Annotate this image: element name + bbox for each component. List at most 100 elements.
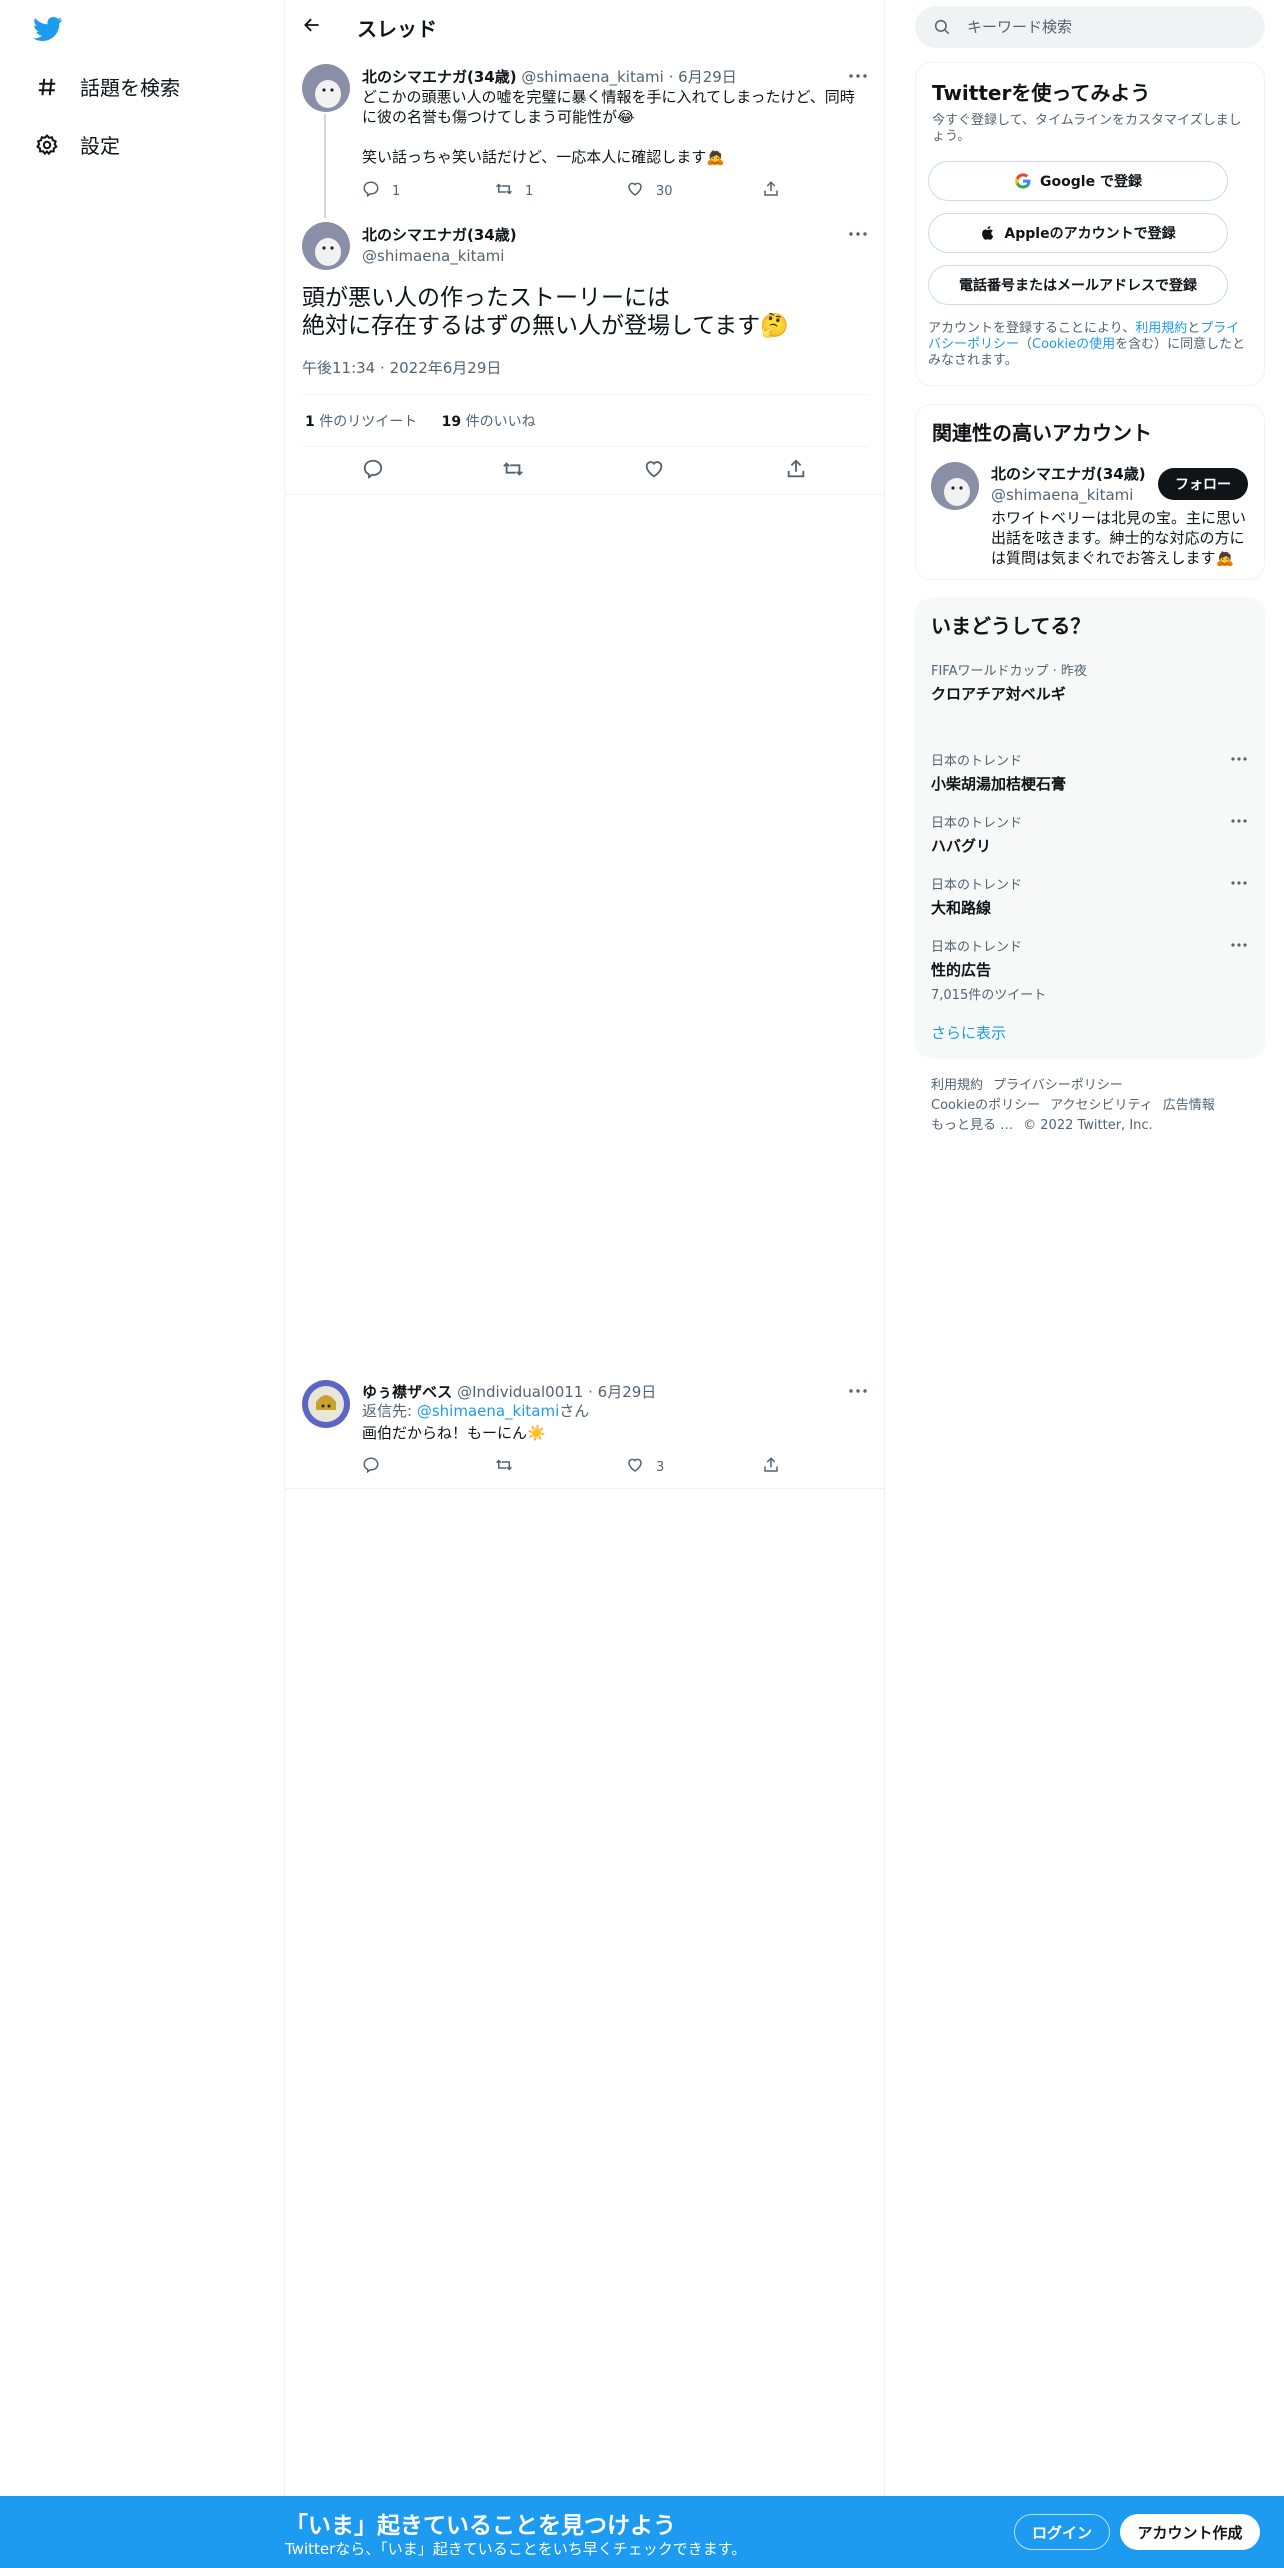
trend-name: クロアチア対ベルギ — [931, 685, 1066, 703]
retweet-button[interactable]: 1 — [495, 180, 533, 202]
trend-item[interactable]: 日本のトレンド 性的広告 7,015件のツイート — [931, 936, 1251, 1003]
retweet-icon — [495, 180, 513, 202]
trend-context: 日本のトレンド — [931, 816, 1023, 831]
retweet-icon — [502, 458, 524, 484]
like-stat-label: 件のいいね — [461, 414, 536, 430]
trend-item[interactable]: 日本のトレンド ハバグリ — [931, 812, 1251, 856]
author-name[interactable]: 北のシマエナガ(34歳) — [362, 68, 517, 86]
trend-context: 日本のトレンド — [931, 878, 1023, 893]
footer-terms-link[interactable]: 利用規約 — [931, 1078, 983, 1093]
reply-button[interactable]: 1 — [362, 180, 400, 202]
apple-icon — [980, 224, 996, 242]
share-icon — [762, 180, 780, 202]
reply-icon — [362, 458, 384, 484]
related-account-handle: @shimaena_kitami — [991, 486, 1134, 504]
tweet-date[interactable]: 6月29日 — [678, 68, 737, 86]
more-options-icon[interactable] — [1227, 874, 1251, 892]
replying-to: 返信先: @shimaena_kitamiさん — [362, 1400, 589, 1421]
cookie-link[interactable]: Cookieの使用 — [1032, 337, 1115, 352]
nav-explore[interactable]: 話題を検索 — [34, 72, 180, 101]
thread-connector — [324, 114, 326, 218]
signup-card: Twitterを使ってみよう 今すぐ登録して、タイムラインをカスタマイズしましょ… — [915, 62, 1265, 386]
like-button[interactable]: 3 — [626, 1456, 664, 1478]
trend-item[interactable]: 日本のトレンド 大和路線 — [931, 874, 1251, 918]
retweet-stat-count: 1 — [305, 414, 315, 430]
footer-privacy-link[interactable]: プライバシーポリシー — [993, 1078, 1123, 1093]
trend-name: ハバグリ — [931, 837, 992, 855]
trend-item[interactable]: FIFAワールドカップ · 昨夜 クロアチア対ベルギ — [931, 660, 1251, 704]
trend-context: FIFAワールドカップ · 昨夜 — [931, 664, 1087, 679]
twitter-bird-icon[interactable] — [31, 14, 65, 44]
tweet-text-line: 絶対に存在するはずの無い人が登場してます🤔 — [302, 313, 789, 339]
nav-settings[interactable]: 設定 — [34, 130, 120, 159]
tweet-header: 北のシマエナガ(34歳) @shimaena_kitami — [362, 224, 517, 265]
login-button[interactable]: ログイン — [1014, 2514, 1110, 2550]
apple-signup-button[interactable]: Appleのアカウントで登録 — [928, 213, 1228, 253]
search-bar[interactable] — [915, 6, 1265, 48]
more-options-icon[interactable] — [845, 1381, 871, 1401]
like-button[interactable]: 30 — [626, 180, 673, 202]
heart-icon — [643, 458, 665, 484]
footer-links: 利用規約 プライバシーポリシー Cookieのポリシー アクセシビリティ 広告情報 も… — [931, 1076, 1251, 1136]
author-handle[interactable]: @shimaena_kitami — [362, 247, 517, 265]
like-stat[interactable]: 19 件のいいね — [442, 414, 536, 430]
avatar[interactable] — [931, 462, 979, 510]
divider — [302, 394, 868, 395]
reply-button[interactable] — [357, 455, 389, 487]
more-options-icon[interactable] — [1227, 750, 1251, 768]
footer-ads-link[interactable]: 広告情報 — [1163, 1098, 1215, 1113]
reply-prefix: 返信先: — [362, 1402, 417, 1420]
main-tweet-actions — [285, 455, 885, 487]
gear-icon — [34, 132, 60, 158]
like-button[interactable] — [638, 455, 670, 487]
retweet-button[interactable] — [495, 1456, 513, 1478]
reply-button[interactable] — [362, 1456, 380, 1478]
signup-button[interactable]: アカウント作成 — [1120, 2514, 1260, 2550]
share-button[interactable] — [780, 455, 812, 487]
footer-cookie-link[interactable]: Cookieのポリシー — [931, 1098, 1040, 1113]
footer-more-link[interactable]: もっと見る … — [931, 1118, 1013, 1133]
share-button[interactable] — [762, 1456, 780, 1478]
related-account-info[interactable]: 北のシマエナガ(34歳) @shimaena_kitami — [991, 463, 1146, 504]
nav-explore-label: 話題を検索 — [80, 76, 180, 100]
tweet-time: 午後11:34 — [302, 359, 376, 377]
trend-item[interactable]: 日本のトレンド 小柴胡湯加桔梗石膏 — [931, 750, 1251, 794]
follow-button[interactable]: フォロー — [1158, 468, 1248, 500]
retweet-button[interactable] — [497, 455, 529, 487]
more-options-icon[interactable] — [845, 66, 871, 86]
author-handle[interactable]: @shimaena_kitami — [521, 68, 663, 86]
mention-link[interactable]: @shimaena_kitami — [417, 1402, 559, 1420]
google-icon — [1014, 172, 1032, 190]
phone-email-signup-button[interactable]: 電話番号またはメールアドレスで登録 — [928, 265, 1228, 305]
search-input[interactable] — [967, 16, 1247, 38]
legal-text: アカウントを登録することにより、 — [928, 321, 1136, 336]
tweet-header: ゆぅ襟ザベス @Individual0011 · 6月29日 — [362, 1381, 656, 1402]
more-options-icon[interactable] — [1227, 812, 1251, 830]
author-name[interactable]: 北のシマエナガ(34歳) — [362, 224, 517, 245]
author-name[interactable]: ゆぅ襟ザベス — [362, 1383, 452, 1401]
avatar[interactable] — [302, 64, 350, 112]
show-more-link[interactable]: さらに表示 — [931, 1022, 1006, 1043]
retweet-stat[interactable]: 1 件のリツイート — [305, 414, 417, 430]
page-title: スレッド — [357, 17, 437, 41]
back-button[interactable] — [297, 12, 327, 42]
terms-link[interactable]: 利用規約 — [1135, 321, 1187, 336]
nav-settings-label: 設定 — [80, 134, 120, 158]
tweet-timestamp[interactable]: 午後11:34 · 2022年6月29日 — [302, 357, 501, 378]
related-account-bio: ホワイトベリーは北見の宝。主に思い出話を呟きます。紳士的な対応の方には質問は気ま… — [991, 509, 1247, 567]
divider — [285, 494, 885, 495]
avatar[interactable] — [302, 222, 350, 270]
more-options-icon[interactable] — [1227, 936, 1251, 954]
avatar[interactable] — [302, 1380, 350, 1428]
author-handle[interactable]: @Individual0011 — [457, 1383, 583, 1401]
signup-banner: 「いま」起きていることを見つけよう Twitterなら、「いま」起きていることを… — [0, 2496, 1284, 2568]
retweet-icon — [495, 1456, 513, 1478]
share-button[interactable] — [762, 180, 780, 202]
trend-name: 大和路線 — [931, 899, 992, 917]
footer-accessibility-link[interactable]: アクセシビリティ — [1050, 1098, 1153, 1113]
more-options-icon[interactable] — [845, 224, 871, 244]
tweet-date[interactable]: 6月29日 — [598, 1383, 657, 1401]
google-signup-button[interactable]: Google で登録 — [928, 161, 1228, 201]
tweet-stats: 1 件のリツイート 19 件のいいね — [305, 411, 536, 431]
thread-header: スレッド — [285, 0, 885, 54]
